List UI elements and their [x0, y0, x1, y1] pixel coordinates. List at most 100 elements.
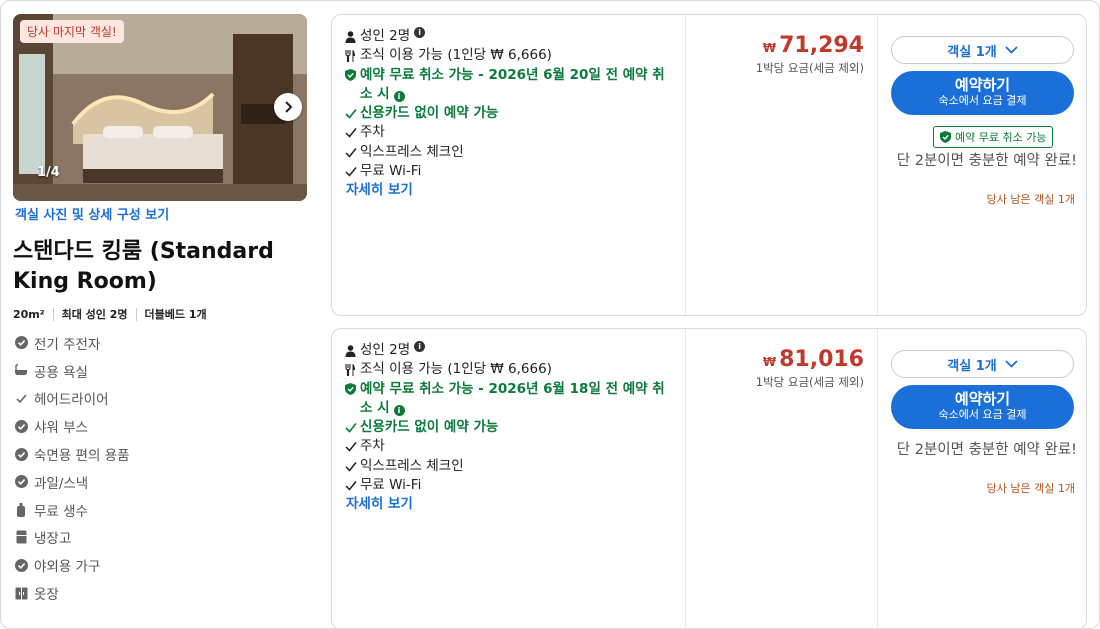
cancellation-text: 예약 무료 취소 가능 - 2026년 6월 18일 전 예약 취소 시i	[360, 380, 665, 417]
book-button-label: 예약하기	[954, 390, 1011, 408]
no-card-text: 신용카드 없이 예약 가능	[360, 419, 499, 436]
guests-row: 성인 2명 i	[345, 27, 675, 46]
divider	[52, 307, 54, 321]
room-photos-link[interactable]: 객실 사진 및 상세 구성 보기	[15, 204, 169, 223]
book-button-label: 예약하기	[954, 76, 1011, 94]
amenity-item: 냉장고	[14, 524, 130, 552]
amenity-label: 냉장고	[34, 531, 72, 548]
guests-text: 성인 2명	[360, 342, 411, 358]
shield-check-icon	[940, 131, 951, 143]
room-bed: 더블베드 1개	[144, 308, 207, 321]
next-photo-button[interactable]	[274, 93, 302, 121]
cutlery-icon	[345, 46, 360, 65]
book-button[interactable]: 예약하기 숙소에서 요금 결제	[891, 385, 1074, 429]
feature-row: 익스프레스 체크인	[345, 457, 675, 476]
guests-row: 성인 2명 i	[345, 341, 675, 360]
feature-row: 무료 Wi-Fi	[345, 476, 675, 495]
check-icon	[345, 457, 360, 476]
rooms-left-text: 당사 남은 객실 1개	[986, 482, 1075, 495]
divider	[685, 329, 686, 629]
amenity-label: 과일/스낵	[34, 475, 89, 492]
no-card-row: 신용카드 없이 예약 가능	[345, 418, 675, 437]
see-details-link[interactable]: 자세히 보기	[345, 181, 675, 200]
amenity-item: 무료 생수	[14, 496, 130, 524]
photo-counter: 1/4	[37, 165, 60, 180]
feature-text: 무료 Wi-Fi	[360, 163, 422, 180]
rooms-left-text: 당사 남은 객실 1개	[986, 193, 1075, 206]
check-circle-icon	[14, 447, 28, 461]
person-icon	[345, 27, 360, 46]
last-room-badge: 당사 마지막 객실!	[20, 20, 124, 43]
amenity-label: 무료 생수	[34, 503, 88, 520]
offer-features: 성인 2명 i 조식 이용 가능 (1인당 ₩ 6,666) 예약 무료 취소 가…	[345, 341, 675, 514]
see-details-link[interactable]: 자세히 보기	[345, 495, 675, 514]
info-icon[interactable]: i	[414, 341, 426, 352]
price-value: 81,016	[779, 347, 864, 372]
guests-text: 성인 2명	[360, 28, 411, 44]
amenity-item: 전기 주전자	[14, 329, 130, 357]
feature-text: 무료 Wi-Fi	[360, 477, 422, 494]
check-icon	[345, 437, 360, 456]
price-block: ₩71,294 1박당 요금(세금 제외)	[756, 33, 864, 76]
chevron-down-icon	[1005, 360, 1018, 368]
breakfast-text: 조식 이용 가능 (1인당 ₩ 6,666)	[360, 361, 552, 378]
free-cancellation-badge: 예약 무료 취소 가능	[933, 126, 1054, 148]
check-icon	[345, 476, 360, 495]
breakfast-row: 조식 이용 가능 (1인당 ₩ 6,666)	[345, 360, 675, 379]
cancellation-row: 예약 무료 취소 가능 - 2026년 6월 18일 전 예약 취소 시i	[345, 380, 675, 419]
breakfast-text: 조식 이용 가능 (1인당 ₩ 6,666)	[360, 47, 552, 64]
check-icon	[345, 123, 360, 142]
room-occupancy: 최대 성인 2명	[61, 308, 128, 321]
book-button-sublabel: 숙소에서 요금 결제	[938, 94, 1027, 107]
feature-text: 주차	[360, 438, 385, 455]
price-value: 71,294	[779, 33, 864, 58]
room-photo[interactable]: 당사 마지막 객실! 1/4	[13, 14, 307, 201]
rate-offer-card: 성인 2명 i 조식 이용 가능 (1인당 ₩ 6,666) 예약 무료 취소 가…	[331, 14, 1087, 316]
free-cancellation-text: 예약 무료 취소 가능	[955, 131, 1047, 144]
amenity-label: 숙면용 편의 용품	[34, 448, 130, 465]
offer-features: 성인 2명 i 조식 이용 가능 (1인당 ₩ 6,666) 예약 무료 취소 가…	[345, 27, 675, 200]
shield-check-icon	[345, 380, 360, 399]
amenity-list: 전기 주전자 공용 욕실 헤어드라이어 샤워 부스 숙면용 편의 용품 과일/스…	[14, 329, 130, 607]
amenity-label: 야외용 가구	[34, 559, 101, 576]
breakfast-row: 조식 이용 가능 (1인당 ₩ 6,666)	[345, 46, 675, 65]
feature-text: 익스프레스 체크인	[360, 143, 464, 160]
amenity-item: 과일/스낵	[14, 468, 130, 496]
room-quantity-select[interactable]: 객실 1개	[891, 350, 1074, 378]
rate-offer-card: 성인 2명 i 조식 이용 가능 (1인당 ₩ 6,666) 예약 무료 취소 가…	[331, 328, 1087, 629]
room-specs: 20m² 최대 성인 2명 더블베드 1개	[13, 306, 207, 322]
divider	[685, 15, 686, 315]
check-icon	[345, 418, 360, 437]
check-icon	[345, 104, 360, 123]
person-icon	[345, 341, 360, 360]
room-quantity-label: 객실 1개	[947, 358, 997, 374]
check-circle-icon	[14, 558, 28, 572]
feature-row: 익스프레스 체크인	[345, 143, 675, 162]
info-icon[interactable]: i	[414, 27, 426, 38]
feature-text: 주차	[360, 124, 385, 141]
feature-text: 익스프레스 체크인	[360, 457, 464, 474]
room-title: 스탠다드 킹룸 (Standard King Room)	[13, 239, 274, 294]
cutlery-icon	[345, 360, 360, 379]
info-icon[interactable]: i	[393, 91, 405, 103]
check-icon	[345, 143, 360, 162]
amenity-label: 옷장	[34, 587, 59, 604]
feature-row: 주차	[345, 123, 675, 142]
water-bottle-icon	[14, 502, 28, 517]
currency-symbol: ₩	[762, 41, 777, 55]
amenity-item: 샤워 부스	[14, 412, 130, 440]
feature-row: 주차	[345, 437, 675, 456]
room-quantity-select[interactable]: 객실 1개	[891, 36, 1074, 64]
quick-booking-text: 단 2분이면 충분한 예약 완료!	[896, 153, 1077, 169]
amenity-item: 옷장	[14, 579, 130, 607]
amenity-label: 공용 욕실	[34, 364, 88, 381]
check-icon	[345, 162, 360, 181]
check-circle-icon	[14, 419, 28, 433]
wardrobe-icon	[14, 586, 28, 600]
book-button[interactable]: 예약하기 숙소에서 요금 결제	[891, 71, 1074, 115]
price-note: 1박당 요금(세금 제외)	[755, 61, 864, 75]
fridge-icon	[14, 530, 28, 544]
price-block: ₩81,016 1박당 요금(세금 제외)	[756, 347, 864, 390]
divider	[135, 307, 137, 321]
info-icon[interactable]: i	[393, 405, 405, 417]
